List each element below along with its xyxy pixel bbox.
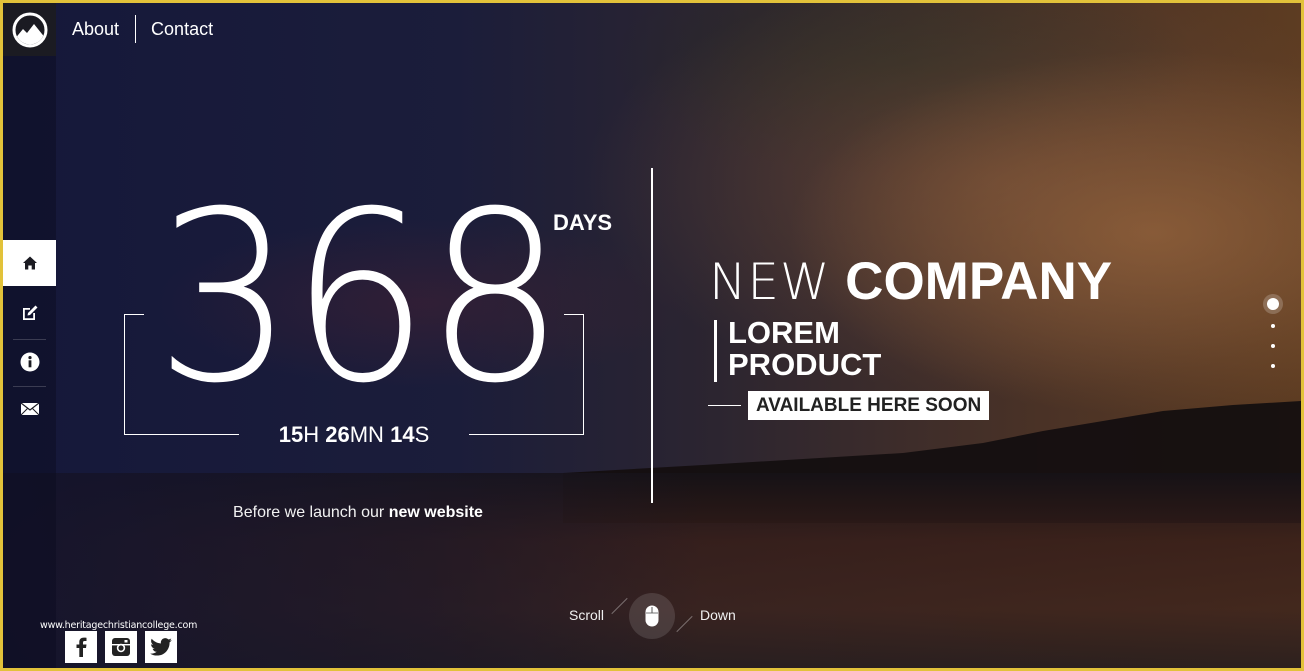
mountain-circle-logo-icon	[12, 12, 47, 47]
countdown-time: 15H 26MN 14S	[243, 422, 465, 448]
twitter-icon	[150, 638, 172, 656]
nav-about-link[interactable]: About	[72, 19, 119, 40]
top-nav: About Contact	[72, 15, 213, 43]
mouse-icon	[645, 605, 659, 627]
subtitle-accent-bar	[714, 320, 717, 382]
home-icon	[22, 256, 37, 270]
sidebar-item-home[interactable]	[3, 240, 56, 286]
pager-dot-3[interactable]	[1271, 344, 1275, 348]
launch-caption-highlight: new website	[388, 504, 483, 521]
info-icon	[20, 352, 39, 372]
countdown-minutes-unit: MN	[349, 422, 384, 447]
vertical-divider	[651, 168, 653, 503]
availability-badge: AVAILABLE HERE SOON	[748, 391, 990, 420]
scroll-down-button[interactable]	[629, 593, 675, 639]
countdown-days-value: 368	[155, 162, 565, 435]
instagram-button[interactable]	[105, 631, 137, 663]
facebook-button[interactable]	[65, 631, 97, 663]
site-url: www.heritagechristiancollege.com	[40, 620, 198, 631]
pager-dot-1[interactable]	[1267, 298, 1279, 310]
countdown-minutes: 26	[325, 422, 350, 447]
facebook-icon	[76, 637, 87, 657]
countdown-seconds: 14	[390, 422, 415, 447]
down-label: Down	[700, 607, 736, 623]
sidebar-item-edit[interactable]	[3, 290, 56, 336]
countdown-bracket-right	[564, 314, 584, 435]
countdown-bracket-left	[124, 314, 144, 435]
countdown-seconds-unit: S	[414, 422, 430, 447]
badge-accent-line	[708, 405, 741, 406]
hero-title-thin: NEW	[709, 253, 831, 311]
sidebar	[3, 56, 56, 668]
edit-icon	[22, 305, 37, 320]
launch-caption: Before we launch our new website	[153, 504, 563, 522]
pager-dot-2[interactable]	[1271, 324, 1275, 328]
countdown-days-label: DAYS	[553, 210, 613, 235]
nav-contact-link[interactable]: Contact	[151, 19, 213, 40]
hero-subtitle-line1: LOREM	[728, 315, 840, 350]
hero-subtitle-line2: PRODUCT	[728, 347, 882, 382]
logo[interactable]	[3, 3, 56, 56]
hero-title-bold: COMPANY	[845, 252, 1113, 311]
countdown-hours: 15	[278, 422, 304, 447]
scroll-label: Scroll	[569, 607, 605, 623]
hero-subtitle: LOREM PRODUCT	[728, 317, 881, 381]
mail-icon	[20, 403, 39, 415]
countdown-hours-unit: H	[303, 422, 320, 447]
pager-dot-4[interactable]	[1271, 364, 1275, 368]
nav-divider	[135, 15, 137, 43]
launch-caption-text: Before we launch our	[233, 504, 389, 521]
sidebar-item-mail[interactable]	[3, 386, 56, 432]
twitter-button[interactable]	[145, 631, 177, 663]
sidebar-item-info[interactable]	[3, 339, 56, 385]
instagram-icon	[112, 638, 130, 656]
hero-title: NEW COMPANY	[709, 255, 1112, 308]
hero-section: About Contact 368 DAYS 15H 26MN 14S Befo…	[3, 3, 1301, 668]
